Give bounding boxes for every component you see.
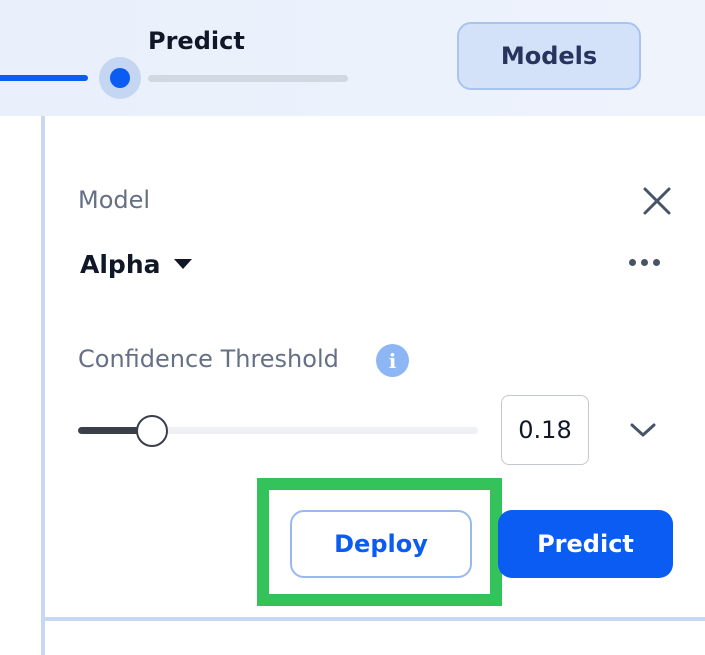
info-icon[interactable]: i	[376, 344, 409, 377]
panel-border-bottom	[45, 617, 705, 621]
chevron-down-icon[interactable]	[628, 420, 658, 440]
confidence-threshold-label: Confidence Threshold	[78, 345, 339, 373]
step-label-predict: Predict	[148, 27, 245, 55]
deploy-button[interactable]: Deploy	[290, 510, 472, 578]
progress-complete-bar	[0, 75, 88, 81]
current-step-indicator[interactable]	[99, 57, 141, 99]
threshold-slider-handle[interactable]	[136, 415, 168, 447]
top-bar: Predict Models	[0, 0, 705, 116]
more-dot	[640, 258, 648, 266]
model-dropdown-value: Alpha	[80, 249, 161, 279]
predict-button[interactable]: Predict	[498, 510, 673, 578]
threshold-value-input[interactable]	[501, 395, 589, 465]
progress-remaining-bar	[148, 75, 348, 82]
caret-down-icon	[174, 259, 193, 269]
model-dropdown[interactable]: Alpha	[80, 244, 193, 284]
model-label: Model	[78, 186, 151, 214]
close-icon[interactable]	[640, 184, 674, 218]
more-dot	[652, 258, 660, 266]
panel-border-left	[41, 116, 45, 655]
more-horizontal-icon[interactable]	[624, 255, 664, 269]
more-dot	[628, 258, 636, 266]
models-button[interactable]: Models	[457, 22, 641, 90]
current-step-dot	[110, 68, 130, 88]
